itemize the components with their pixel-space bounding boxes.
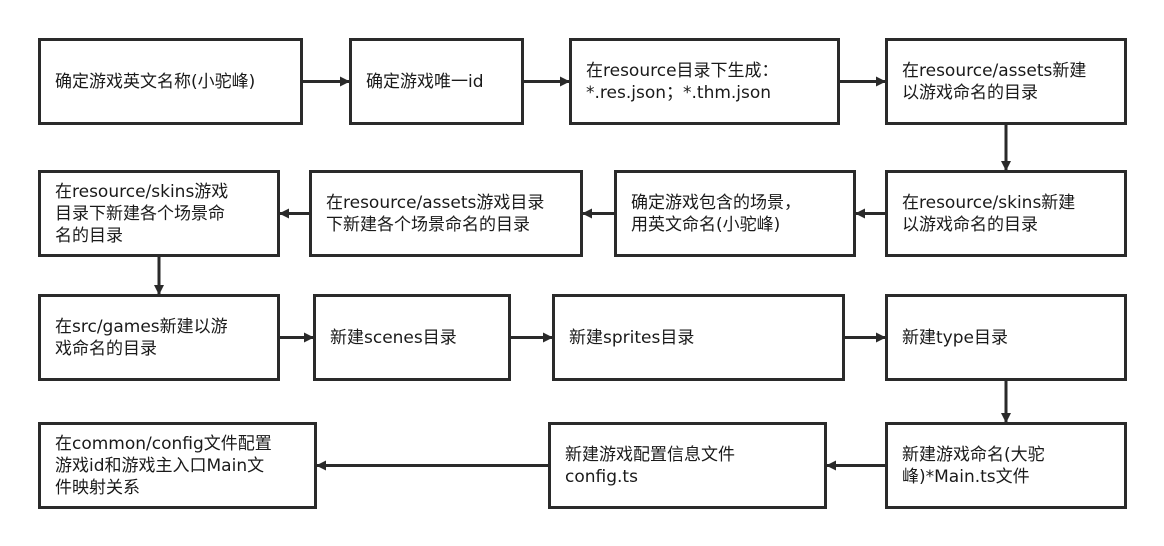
step-create-assets-game-dir: 在resource/assets新建 以游戏命名的目录	[885, 38, 1127, 125]
step-create-src-games-dir: 在src/games新建以游 戏命名的目录	[38, 294, 280, 381]
step-create-sprites-dir: 新建sprites目录	[552, 294, 845, 381]
step-create-config-ts-file: 新建游戏配置信息文件 config.ts	[548, 422, 827, 509]
step-create-scenes-dir: 新建scenes目录	[313, 294, 511, 381]
step-create-assets-scene-dirs: 在resource/assets游戏目录 下新建各个场景命名的目录	[309, 170, 583, 257]
step-confirm-game-english-name: 确定游戏英文名称(小驼峰)	[38, 38, 303, 125]
step-confirm-game-scenes: 确定游戏包含的场景， 用英文命名(小驼峰)	[614, 170, 856, 257]
step-create-type-dir: 新建type目录	[885, 294, 1127, 381]
step-create-skins-scene-dirs: 在resource/skins游戏 目录下新建各个场景命 名的目录	[38, 170, 280, 257]
step-configure-common-config-mapping: 在common/config文件配置 游戏id和游戏主入口Main文 件映射关系	[38, 422, 317, 509]
step-generate-resource-json: 在resource目录下生成： *.res.json；*.thm.json	[569, 38, 840, 125]
step-confirm-game-unique-id: 确定游戏唯一id	[349, 38, 524, 125]
step-create-skins-game-dir: 在resource/skins新建 以游戏命名的目录	[885, 170, 1127, 257]
flowchart-canvas: 确定游戏英文名称(小驼峰) 确定游戏唯一id 在resource目录下生成： *…	[0, 0, 1164, 546]
step-create-main-ts-file: 新建游戏命名(大驼 峰)*Main.ts文件	[885, 422, 1127, 509]
